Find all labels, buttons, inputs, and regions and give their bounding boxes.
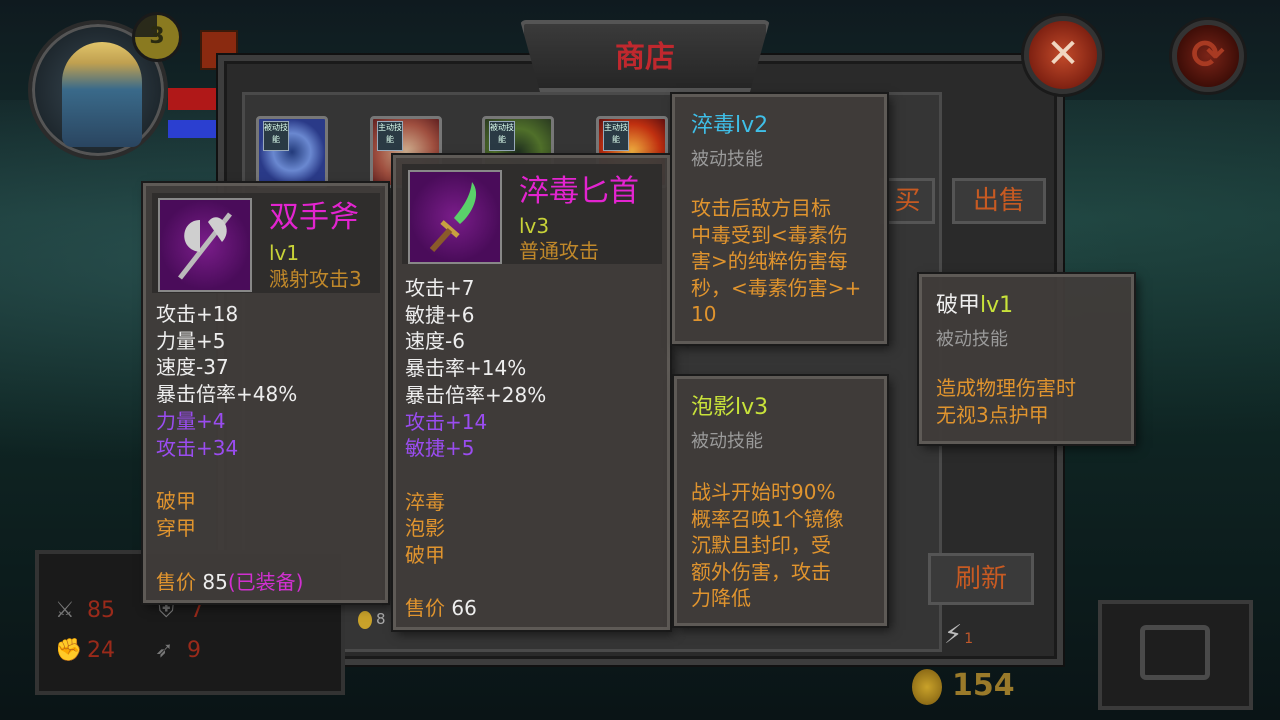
energy-value: 1 [964, 631, 974, 647]
item-skill: 穿甲 [156, 515, 196, 540]
item-skill: 淬毒 [405, 489, 445, 514]
item-name: 淬毒匕首 [519, 174, 639, 209]
stat-attack: ⚔ 85 [55, 598, 115, 623]
axe-icon [158, 198, 252, 292]
shop-skill-thumb[interactable]: 被动技能 [256, 116, 328, 188]
coin-icon [358, 610, 372, 629]
item-tooltip-axe: 双手斧 lv1 溅射攻击3 攻击+18 力量+5 速度-37 暴击倍率+48% … [143, 183, 388, 603]
hero-level-badge: 3 [132, 12, 182, 62]
skill-tag: 被动技能 [489, 121, 515, 151]
item-skill: 破甲 [156, 488, 196, 513]
stat-line: 暴击倍率+28% [405, 382, 547, 407]
item-stats: 攻击+7 敏捷+6 速度-6 暴击率+14% 暴击倍率+28% 攻击+14 敏捷… [405, 275, 546, 569]
bonus-stat-line: 攻击+14 [405, 409, 488, 434]
stat-line: 力量+5 [156, 328, 226, 353]
boot-icon: ➶ [155, 638, 174, 663]
stat-line: 敏捷+6 [405, 302, 475, 327]
skill-tooltip-bubble: 泡影lv3 被动技能 战斗开始时90% 概率召唤1个镜像 沉默且封印，受 额外伤… [674, 376, 887, 626]
skill-tooltip-break-armor: 破甲lv1 被动技能 造成物理伤害时 无视3点护甲 [919, 274, 1134, 444]
skill-tooltip-poison: 淬毒lv2 被动技能 攻击后敌方目标 中毒受到<毒素伤 害>的纯粹伤害每 秒，<… [672, 94, 887, 344]
refresh-shop-button[interactable]: 刷新 [928, 553, 1034, 605]
bonus-stat-line: 敏捷+5 [405, 436, 475, 461]
stat-strength: ✊ 24 [55, 638, 115, 663]
bonus-stat-line: 攻击+34 [156, 435, 239, 460]
reset-button[interactable]: ⟳ [1172, 20, 1244, 92]
item-name: 双手斧 [269, 200, 359, 235]
gold-counter: 154 [912, 668, 1015, 705]
mp-bar [168, 120, 220, 138]
refresh-icon: ⟳ [1191, 32, 1225, 78]
skill-type: 被动技能 [691, 149, 763, 170]
chest-icon [1140, 625, 1210, 680]
item-price-line: 售价 66 [405, 596, 477, 620]
item-skill: 泡影 [405, 516, 445, 541]
buy-button[interactable]: 买 [880, 178, 935, 224]
dagger-icon [408, 170, 502, 264]
stat-line: 暴击率+14% [405, 356, 527, 381]
item-type: 普通攻击 [519, 239, 599, 263]
item-level: lv1 [269, 241, 300, 265]
skill-title: 破甲lv1 [936, 293, 1014, 318]
skill-tag: 主动技能 [377, 121, 403, 151]
skill-title: 淬毒lv2 [691, 113, 769, 138]
close-icon: ✕ [1046, 31, 1080, 77]
stat-line: 攻击+18 [156, 302, 239, 326]
skill-type: 被动技能 [691, 431, 763, 452]
lightning-icon: ⚡ [944, 620, 963, 650]
gold-coin-icon [912, 668, 942, 705]
sword-icon: ⚔ [55, 598, 75, 623]
item-price: 8 [358, 610, 386, 629]
stat-line: 速度-6 [405, 329, 465, 354]
sell-button[interactable]: 出售 [952, 178, 1046, 224]
energy-counter: ⚡ 1 [944, 620, 973, 650]
item-level: lv3 [519, 214, 550, 238]
hero-avatar [62, 42, 142, 147]
stat-agility: ➶ 9 [155, 638, 201, 663]
skill-title: 泡影lv3 [691, 395, 769, 420]
stat-line: 暴击倍率+48% [156, 382, 298, 407]
hp-bar [168, 88, 220, 110]
item-price-line: 售价 85(已装备) [156, 570, 304, 594]
skill-tag: 被动技能 [263, 121, 289, 151]
skill-tag: 主动技能 [603, 121, 629, 151]
muscle-icon: ✊ [55, 638, 83, 663]
item-stats: 攻击+18 力量+5 速度-37 暴击倍率+48% 力量+4 攻击+34 破甲 … [156, 301, 297, 541]
skill-description: 战斗开始时90% 概率召唤1个镜像 沉默且封印，受 额外伤害，攻击 力降低 [691, 480, 844, 610]
shop-title: 商店 [615, 40, 675, 75]
item-type: 溅射攻击3 [269, 267, 362, 291]
stat-line: 速度-37 [156, 355, 229, 380]
item-tooltip-dagger: 淬毒匕首 lv3 普通攻击 攻击+7 敏捷+6 速度-6 暴击率+14% 暴击倍… [393, 155, 670, 630]
skill-description: 造成物理伤害时 无视3点护甲 [936, 376, 1076, 427]
item-skill: 破甲 [405, 543, 445, 568]
skill-description: 攻击后敌方目标 中毒受到<毒素伤 害>的纯粹伤害每 秒，<毒素伤害>+ 10 [691, 196, 862, 326]
close-button[interactable]: ✕ [1024, 16, 1102, 94]
skill-type: 被动技能 [936, 329, 1008, 350]
bonus-stat-line: 力量+4 [156, 408, 226, 433]
stat-line: 攻击+7 [405, 276, 475, 300]
